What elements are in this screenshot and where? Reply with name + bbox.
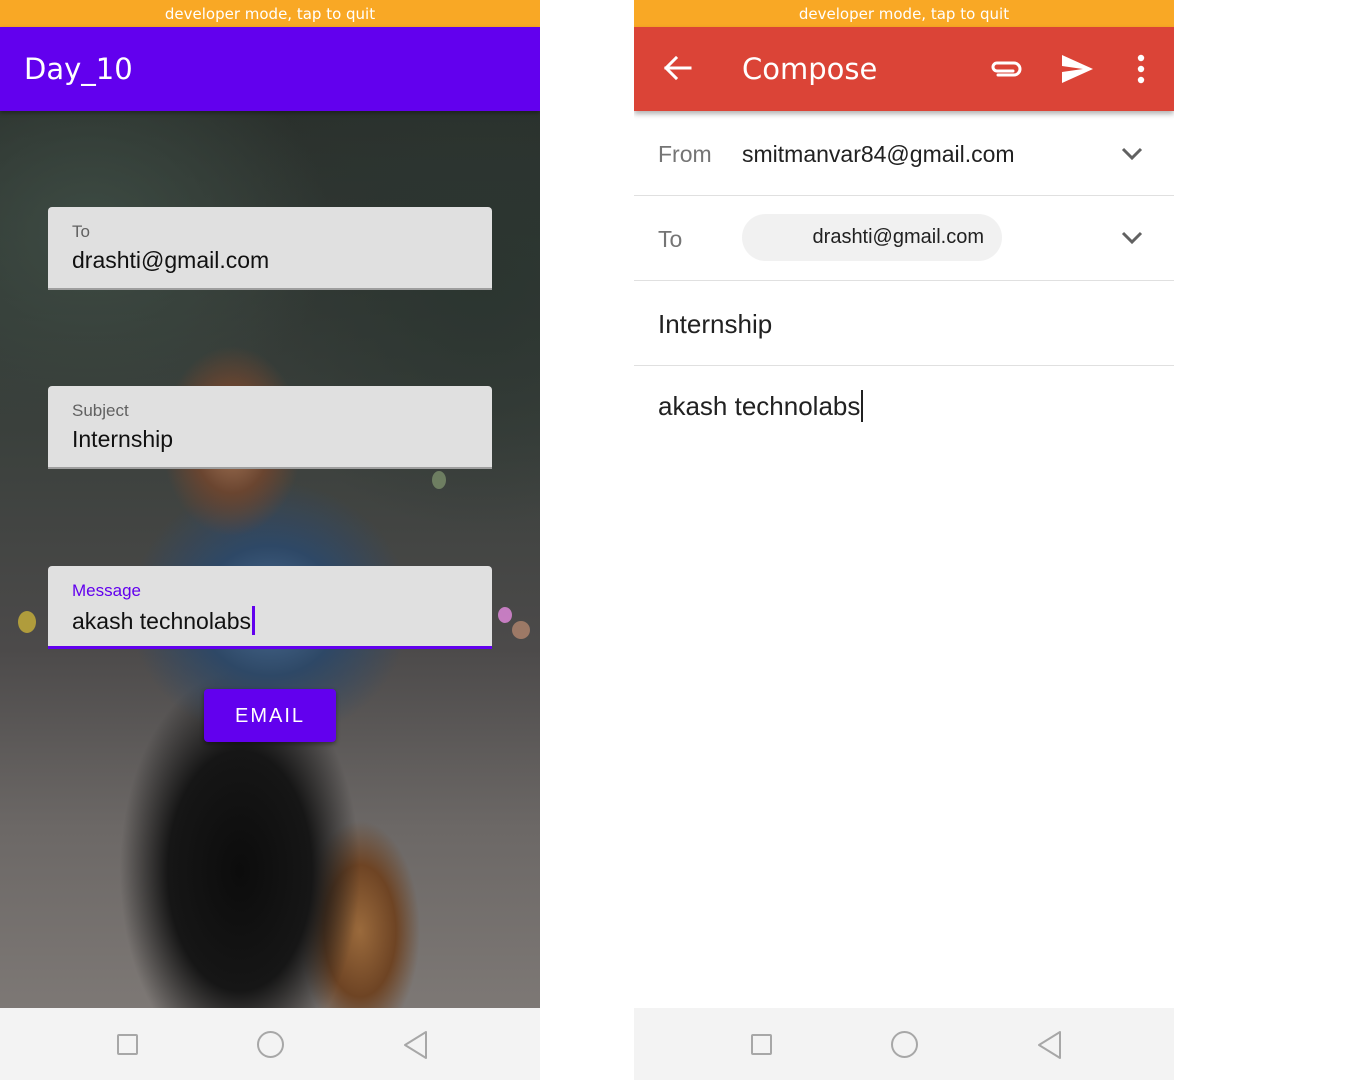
back-triangle-icon[interactable] [403, 1030, 429, 1060]
bokeh-light [498, 607, 512, 623]
message-field-value-wrap: akash technolabs [72, 606, 256, 635]
message-text-field[interactable]: Message akash technolabs [48, 566, 492, 649]
app-title-bar: Day_10 [0, 27, 540, 111]
text-cursor [861, 390, 864, 422]
bokeh-light [512, 621, 530, 639]
subject-text-field[interactable]: Subject Internship [48, 386, 492, 469]
compose-toolbar: Compose [634, 27, 1174, 111]
home-circle-icon[interactable] [257, 1031, 284, 1058]
more-vert-icon[interactable] [1128, 53, 1154, 85]
developer-mode-banner[interactable]: developer mode, tap to quit [634, 0, 1174, 27]
message-field-value: akash technolabs [72, 608, 252, 634]
system-navigation-bar [0, 1008, 540, 1080]
bokeh-light [18, 611, 36, 633]
chevron-down-icon[interactable] [1118, 228, 1146, 248]
chevron-down-icon[interactable] [1118, 144, 1146, 164]
compose-body[interactable]: akash technolabs [658, 390, 864, 422]
to-field-label: To [72, 222, 90, 241]
attach-icon[interactable] [988, 55, 1024, 83]
app-title: Day_10 [24, 52, 133, 86]
to-field-value: drashti@gmail.com [72, 247, 270, 273]
compose-title: Compose [742, 52, 878, 86]
home-circle-icon[interactable] [891, 1031, 918, 1058]
from-value: smitmanvar84@gmail.com [742, 141, 1015, 167]
subject-value: Internship [658, 309, 773, 339]
developer-mode-banner[interactable]: developer mode, tap to quit [0, 0, 540, 27]
body-text: akash technolabs [658, 391, 861, 421]
recipient-chip[interactable]: drashti@gmail.com [742, 214, 1002, 261]
back-arrow-icon[interactable] [660, 51, 694, 85]
message-field-label: Message [72, 581, 141, 600]
to-text-field[interactable]: To drashti@gmail.com [48, 207, 492, 290]
subject-field-label: Subject [72, 401, 129, 420]
recents-square-icon[interactable] [117, 1034, 138, 1055]
recents-square-icon[interactable] [751, 1034, 772, 1055]
gmail-compose-screen: developer mode, tap to quit Compose From… [634, 0, 1174, 1080]
send-icon[interactable] [1060, 53, 1094, 85]
back-triangle-icon[interactable] [1037, 1030, 1063, 1060]
system-navigation-bar [634, 1008, 1174, 1080]
to-row[interactable]: To drashti@gmail.com [634, 196, 1174, 281]
to-label: To [658, 226, 683, 252]
bokeh-light [432, 471, 446, 489]
subject-field-value: Internship [72, 426, 174, 452]
email-button[interactable]: EMAIL [204, 689, 336, 742]
from-label: From [658, 141, 712, 167]
text-cursor [252, 606, 256, 635]
subject-row[interactable]: Internship [634, 281, 1174, 366]
from-row[interactable]: From smitmanvar84@gmail.com [634, 111, 1174, 196]
day10-app-screen: developer mode, tap to quit Day_10 To dr… [0, 0, 540, 1080]
